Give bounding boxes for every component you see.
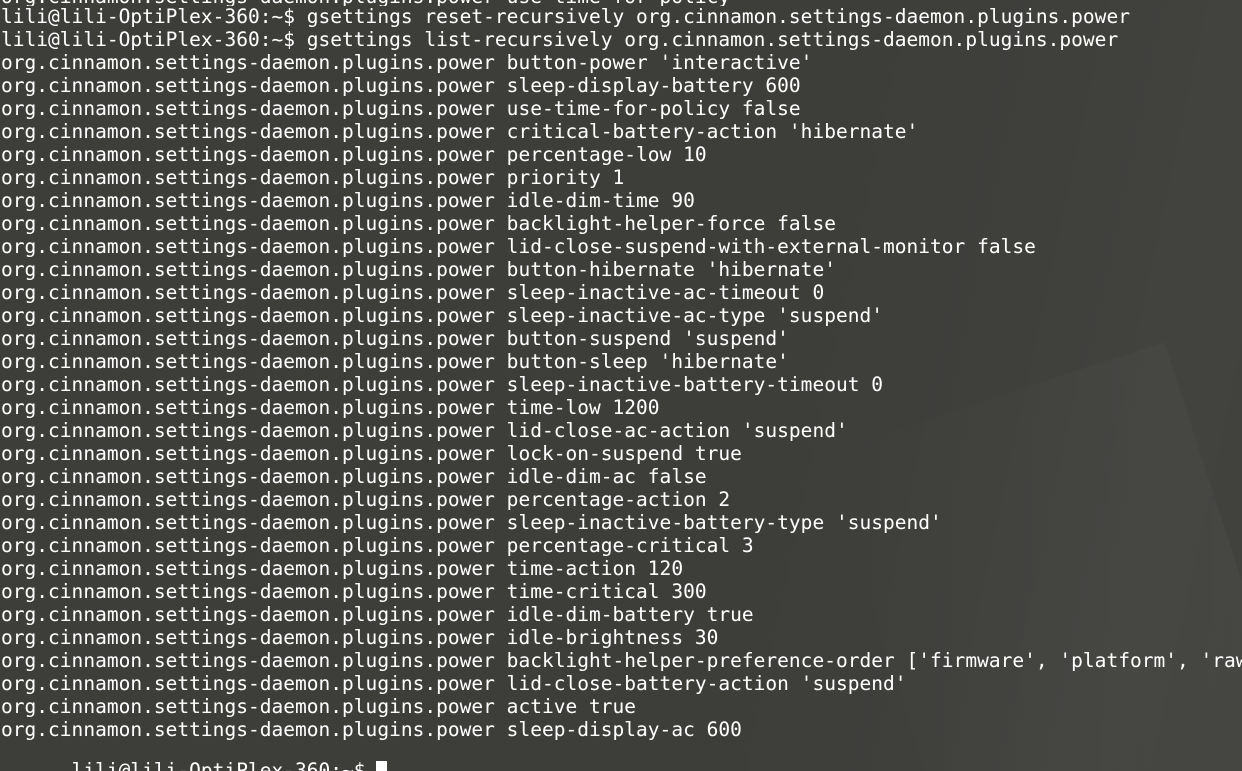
block-cursor[interactable] xyxy=(376,761,388,771)
terminal-line: org.cinnamon.settings-daemon.plugins.pow… xyxy=(1,511,942,534)
terminal-line: org.cinnamon.settings-daemon.plugins.pow… xyxy=(1,557,684,580)
terminal-line: org.cinnamon.settings-daemon.plugins.pow… xyxy=(1,488,731,511)
terminal-line: org.cinnamon.settings-daemon.plugins.pow… xyxy=(1,649,1242,672)
terminal-line: org.cinnamon.settings-daemon.plugins.pow… xyxy=(1,672,907,695)
terminal-line: org.cinnamon.settings-daemon.plugins.pow… xyxy=(1,373,883,396)
terminal-line: org.cinnamon.settings-daemon.plugins.pow… xyxy=(1,281,825,304)
terminal-line: lili@lili-OptiPlex-360:~$ gsettings rese… xyxy=(1,5,1130,28)
terminal-line: org.cinnamon.settings-daemon.plugins.pow… xyxy=(1,74,801,97)
terminal-line: org.cinnamon.settings-daemon.plugins.pow… xyxy=(1,603,754,626)
terminal-line: org.cinnamon.settings-daemon.plugins.pow… xyxy=(1,51,813,74)
terminal-line: org.cinnamon.settings-daemon.plugins.pow… xyxy=(1,235,1036,258)
shell-prompt: lili@lili-OptiPlex-360:~$ xyxy=(71,759,366,771)
terminal-line: org.cinnamon.settings-daemon.plugins.pow… xyxy=(1,580,707,603)
terminal-line: org.cinnamon.settings-daemon.plugins.pow… xyxy=(1,120,919,143)
terminal-line: org.cinnamon.settings-daemon.plugins.pow… xyxy=(1,465,707,488)
terminal-line: org.cinnamon.settings-daemon.plugins.pow… xyxy=(1,189,695,212)
terminal-line: org.cinnamon.settings-daemon.plugins.pow… xyxy=(1,143,707,166)
terminal-line: lili@lili-OptiPlex-360:~$ gsettings list… xyxy=(1,28,1119,51)
terminal-line: org.cinnamon.settings-daemon.plugins.pow… xyxy=(1,396,660,419)
terminal-line: org.cinnamon.settings-daemon.plugins.pow… xyxy=(1,212,836,235)
terminal-line: org.cinnamon.settings-daemon.plugins.pow… xyxy=(1,695,637,718)
terminal-line: org.cinnamon.settings-daemon.plugins.pow… xyxy=(1,626,719,649)
terminal-line: org.cinnamon.settings-daemon.plugins.pow… xyxy=(1,534,754,557)
terminal-line: org.cinnamon.settings-daemon.plugins.pow… xyxy=(1,304,883,327)
terminal-line: org.cinnamon.settings-daemon.plugins.pow… xyxy=(1,419,848,442)
terminal-line: org.cinnamon.settings-daemon.plugins.pow… xyxy=(1,442,742,465)
terminal-line: org.cinnamon.settings-daemon.plugins.pow… xyxy=(1,97,801,120)
terminal-window[interactable]: org.cinnamon.settings-daemon.plugins.pow… xyxy=(0,0,1242,771)
terminal-line: org.cinnamon.settings-daemon.plugins.pow… xyxy=(1,350,789,373)
terminal-line: org.cinnamon.settings-daemon.plugins.pow… xyxy=(1,258,836,281)
terminal-line: org.cinnamon.settings-daemon.plugins.pow… xyxy=(1,166,625,189)
terminal-line: org.cinnamon.settings-daemon.plugins.pow… xyxy=(1,327,789,350)
terminal-screen[interactable]: org.cinnamon.settings-daemon.plugins.pow… xyxy=(0,0,1242,771)
prompt-line: lili@lili-OptiPlex-360:~$ xyxy=(1,736,388,771)
